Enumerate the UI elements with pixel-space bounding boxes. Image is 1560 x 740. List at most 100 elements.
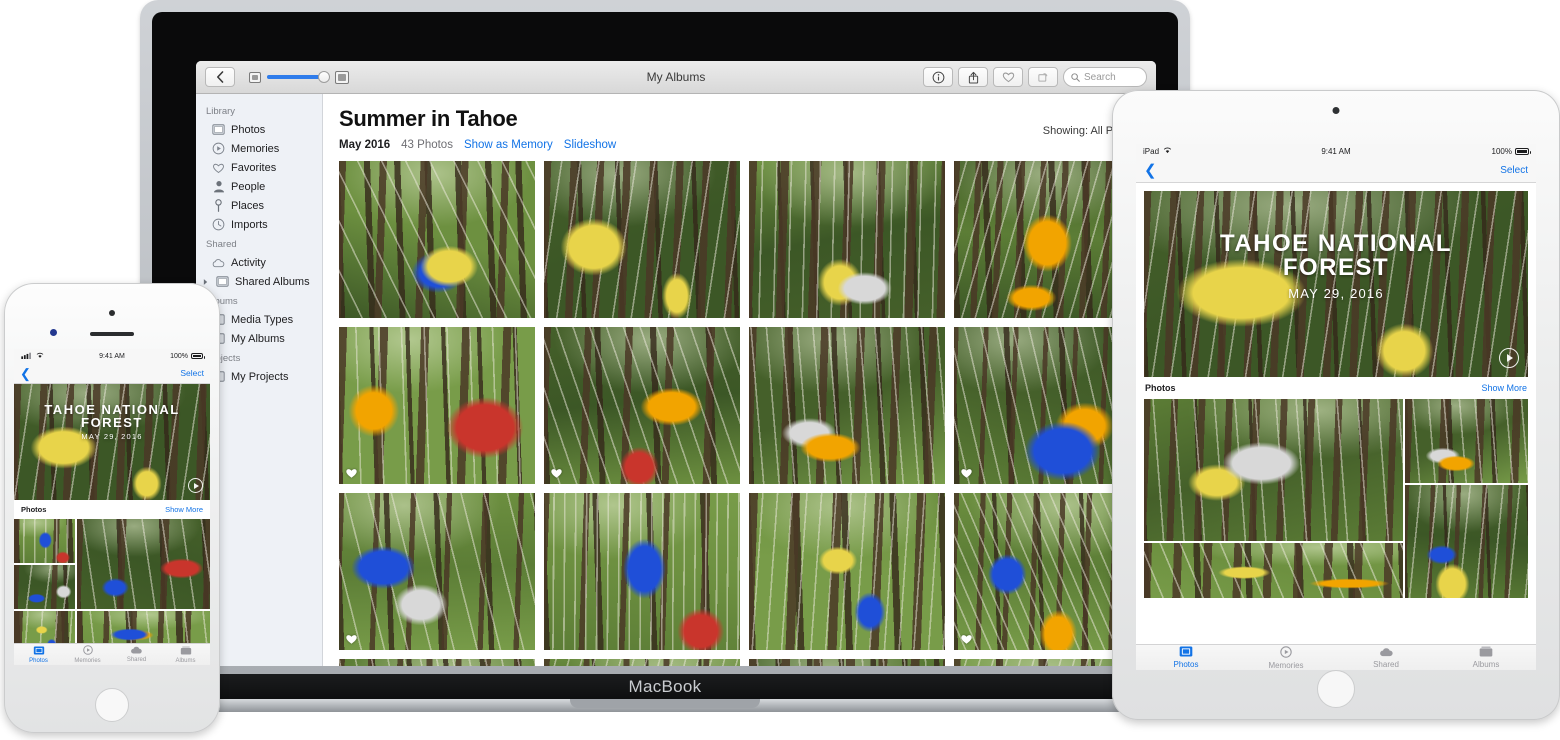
sidebar-item-photos[interactable]: Photos: [196, 120, 322, 139]
macbook-wordmark: MacBook: [628, 677, 702, 696]
sidebar-label: Photos: [231, 123, 266, 136]
zoom-slider-knob[interactable]: [317, 71, 330, 83]
sidebar-label: Media Types: [231, 313, 294, 326]
tab-shared[interactable]: Shared: [1336, 647, 1436, 669]
play-icon[interactable]: [1499, 348, 1519, 368]
photo-grid: [323, 161, 1156, 666]
search-placeholder: Search: [1084, 71, 1116, 83]
iphone-photo-mosaic: [14, 519, 210, 655]
memory-hero[interactable]: TAHOE NATIONAL FOREST MAY 29, 2016: [1144, 191, 1528, 377]
battery-icon: [191, 353, 205, 359]
tab-photos[interactable]: Photos: [14, 645, 63, 664]
photo-thumbnail[interactable]: [749, 161, 945, 318]
photo-thumbnail[interactable]: [14, 565, 75, 609]
photo-thumbnail[interactable]: [339, 659, 535, 666]
back-button[interactable]: ❮: [20, 367, 31, 380]
person-icon: [212, 180, 225, 193]
zoom-slider-fill: [267, 75, 321, 79]
photo-thumbnail[interactable]: [1404, 485, 1528, 598]
ipad-clock: 9:41 AM: [1321, 147, 1351, 156]
album-icon: [1479, 646, 1493, 659]
photo-thumbnail[interactable]: [544, 161, 740, 318]
photos-icon: [33, 645, 45, 657]
zoom-slider[interactable]: [249, 70, 349, 84]
photo-thumbnail[interactable]: [749, 327, 945, 484]
album-date: May 2016: [339, 139, 391, 151]
slideshow-link[interactable]: Slideshow: [564, 139, 616, 151]
select-button[interactable]: Select: [1500, 165, 1528, 176]
rotate-button[interactable]: [1028, 67, 1058, 87]
photo-thumbnail[interactable]: [339, 327, 535, 484]
photo-thumbnail[interactable]: [1404, 399, 1528, 483]
photo-thumbnail[interactable]: [749, 493, 945, 650]
rotate-icon: [1038, 73, 1048, 82]
iphone-photos-section-header: Photos Show More: [14, 500, 210, 519]
show-as-memory-link[interactable]: Show as Memory: [464, 139, 553, 151]
ipad-nav-bar: ❮ Select: [1136, 159, 1536, 183]
battery-icon: [1515, 148, 1531, 155]
section-title: Photos: [1145, 383, 1176, 393]
photo-thumbnail[interactable]: [339, 161, 535, 318]
sidebar-item-activity[interactable]: Activity: [196, 253, 322, 272]
play-icon[interactable]: [188, 478, 203, 493]
clock-icon: [212, 218, 225, 231]
macbook-base: MacBook: [126, 674, 1204, 700]
tab-shared[interactable]: Shared: [112, 646, 161, 663]
memory-title-line1: TAHOE NATIONAL: [44, 401, 180, 417]
show-more-link[interactable]: Show More: [165, 505, 203, 514]
ipad-home-button[interactable]: [1317, 670, 1355, 708]
tab-albums[interactable]: Albums: [161, 645, 210, 664]
zoom-slider-track[interactable]: [267, 71, 330, 83]
memory-hero[interactable]: TAHOE NATIONAL FOREST MAY 29, 2016: [14, 384, 210, 500]
iphone-nav-bar: ❮ Select: [14, 363, 210, 384]
album-photo-count: 43 Photos: [401, 139, 453, 151]
sidebar-item-places[interactable]: Places: [196, 196, 322, 215]
sidebar-label: My Projects: [231, 370, 289, 383]
photo-thumbnail[interactable]: [76, 519, 210, 609]
pin-icon: [212, 199, 225, 212]
tab-label: Photos: [1173, 660, 1199, 669]
favorite-button[interactable]: [993, 67, 1023, 87]
tab-label: Photos: [29, 657, 48, 664]
memories-icon: [82, 645, 93, 657]
photo-thumbnail[interactable]: [544, 659, 740, 666]
info-circle-icon: [932, 71, 944, 83]
tab-label: Shared: [126, 657, 147, 663]
photo-thumbnail[interactable]: [339, 493, 535, 650]
favorite-heart-icon: [550, 466, 563, 478]
info-button[interactable]: [923, 67, 953, 87]
select-button[interactable]: Select: [180, 368, 204, 378]
tab-label: Albums: [175, 657, 196, 664]
share-icon: [968, 71, 978, 84]
memory-title-line2: FOREST: [81, 414, 143, 430]
sidebar-item-people[interactable]: People: [196, 177, 322, 196]
favorite-heart-icon: [960, 466, 973, 478]
iphone-home-button[interactable]: [95, 688, 129, 722]
photo-thumbnail[interactable]: [1144, 399, 1403, 541]
photo-thumbnail[interactable]: [544, 327, 740, 484]
sidebar-group-shared: Shared: [206, 239, 237, 250]
search-field[interactable]: Search: [1063, 67, 1147, 87]
sidebar-item-memories[interactable]: Memories: [196, 139, 322, 158]
iphone-speaker: [90, 332, 134, 336]
sidebar-item-favorites[interactable]: Favorites: [196, 158, 322, 177]
sidebar-label: Imports: [231, 218, 268, 231]
tab-photos[interactable]: Photos: [1136, 646, 1236, 669]
app-toolbar: My Albums Search: [196, 61, 1156, 94]
ipad-screen: iPad 9:41 AM 100% ❮ Select TAHOE NATIONA…: [1136, 144, 1536, 670]
photo-thumbnail[interactable]: [1144, 543, 1403, 598]
back-button[interactable]: [205, 67, 235, 87]
photo-thumbnail[interactable]: [544, 493, 740, 650]
share-button[interactable]: [958, 67, 988, 87]
sidebar-label: Memories: [231, 142, 280, 155]
favorite-heart-icon: [960, 632, 973, 644]
tab-memories[interactable]: Memories: [63, 645, 112, 664]
tab-albums[interactable]: Albums: [1436, 646, 1536, 669]
tab-memories[interactable]: Memories: [1236, 645, 1336, 670]
sidebar-item-imports[interactable]: Imports: [196, 215, 322, 234]
photo-thumbnail[interactable]: [14, 519, 75, 563]
show-more-link[interactable]: Show More: [1481, 383, 1527, 393]
macbook-device: My Albums Search Library Photos Memories…: [100, 0, 1230, 712]
photo-thumbnail[interactable]: [749, 659, 945, 666]
back-button[interactable]: ❮: [1144, 163, 1157, 178]
